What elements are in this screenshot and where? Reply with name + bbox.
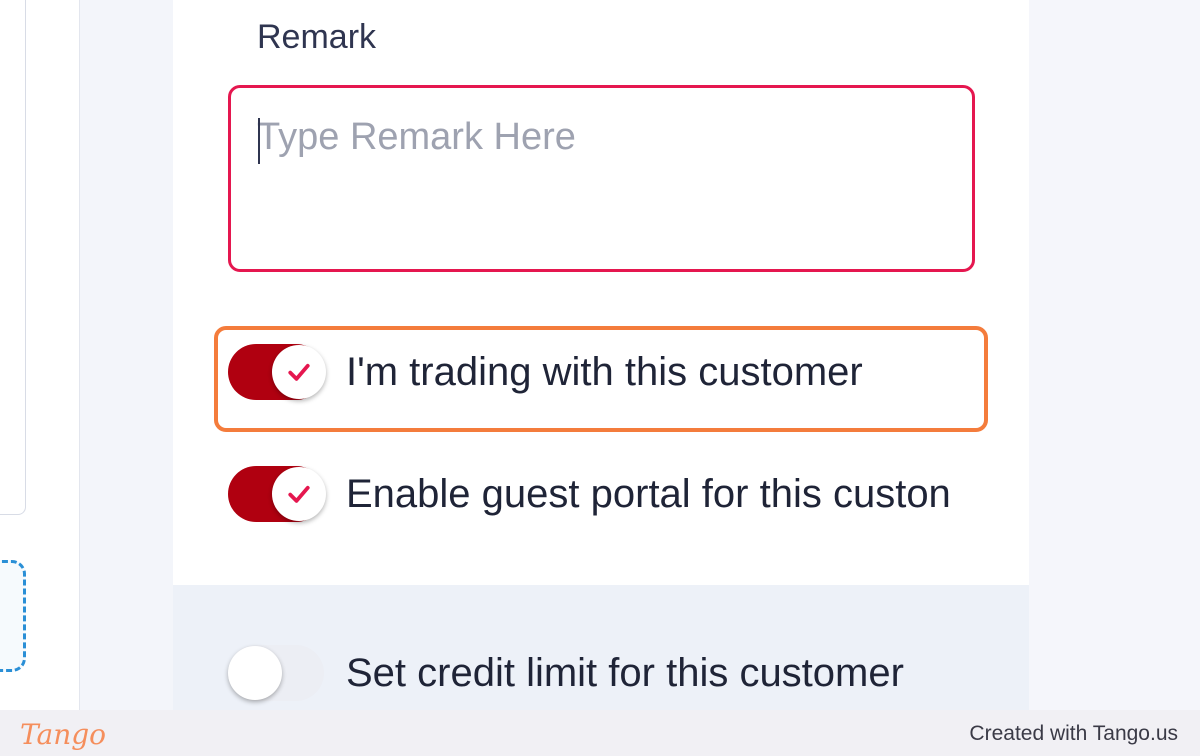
guest-portal-toggle-label: Enable guest portal for this custon [346, 471, 951, 516]
left-card [0, 0, 26, 515]
credit-limit-toggle[interactable] [228, 645, 324, 701]
gutter [80, 0, 173, 710]
step-highlight-box [214, 326, 988, 432]
check-icon [288, 485, 310, 503]
left-background-panel [0, 0, 80, 710]
remark-label: Remark [257, 18, 377, 56]
right-background [1029, 0, 1200, 710]
credit-limit-toggle-row[interactable]: Set credit limit for this customer [228, 641, 904, 705]
text-caret [258, 118, 260, 164]
toggle-knob [272, 467, 326, 521]
toggle-knob [228, 646, 282, 700]
footer-bar: Tango Created with Tango.us [0, 710, 1200, 756]
remark-field[interactable] [228, 85, 975, 272]
tango-logo: Tango [20, 718, 107, 751]
created-with-text: Created with Tango.us [969, 722, 1178, 745]
upload-dropzone[interactable] [0, 560, 26, 672]
remark-input[interactable] [231, 88, 972, 269]
guest-portal-toggle-row[interactable]: Enable guest portal for this custon [228, 462, 951, 526]
credit-limit-toggle-label: Set credit limit for this customer [346, 650, 904, 695]
guest-portal-toggle[interactable] [228, 466, 326, 522]
